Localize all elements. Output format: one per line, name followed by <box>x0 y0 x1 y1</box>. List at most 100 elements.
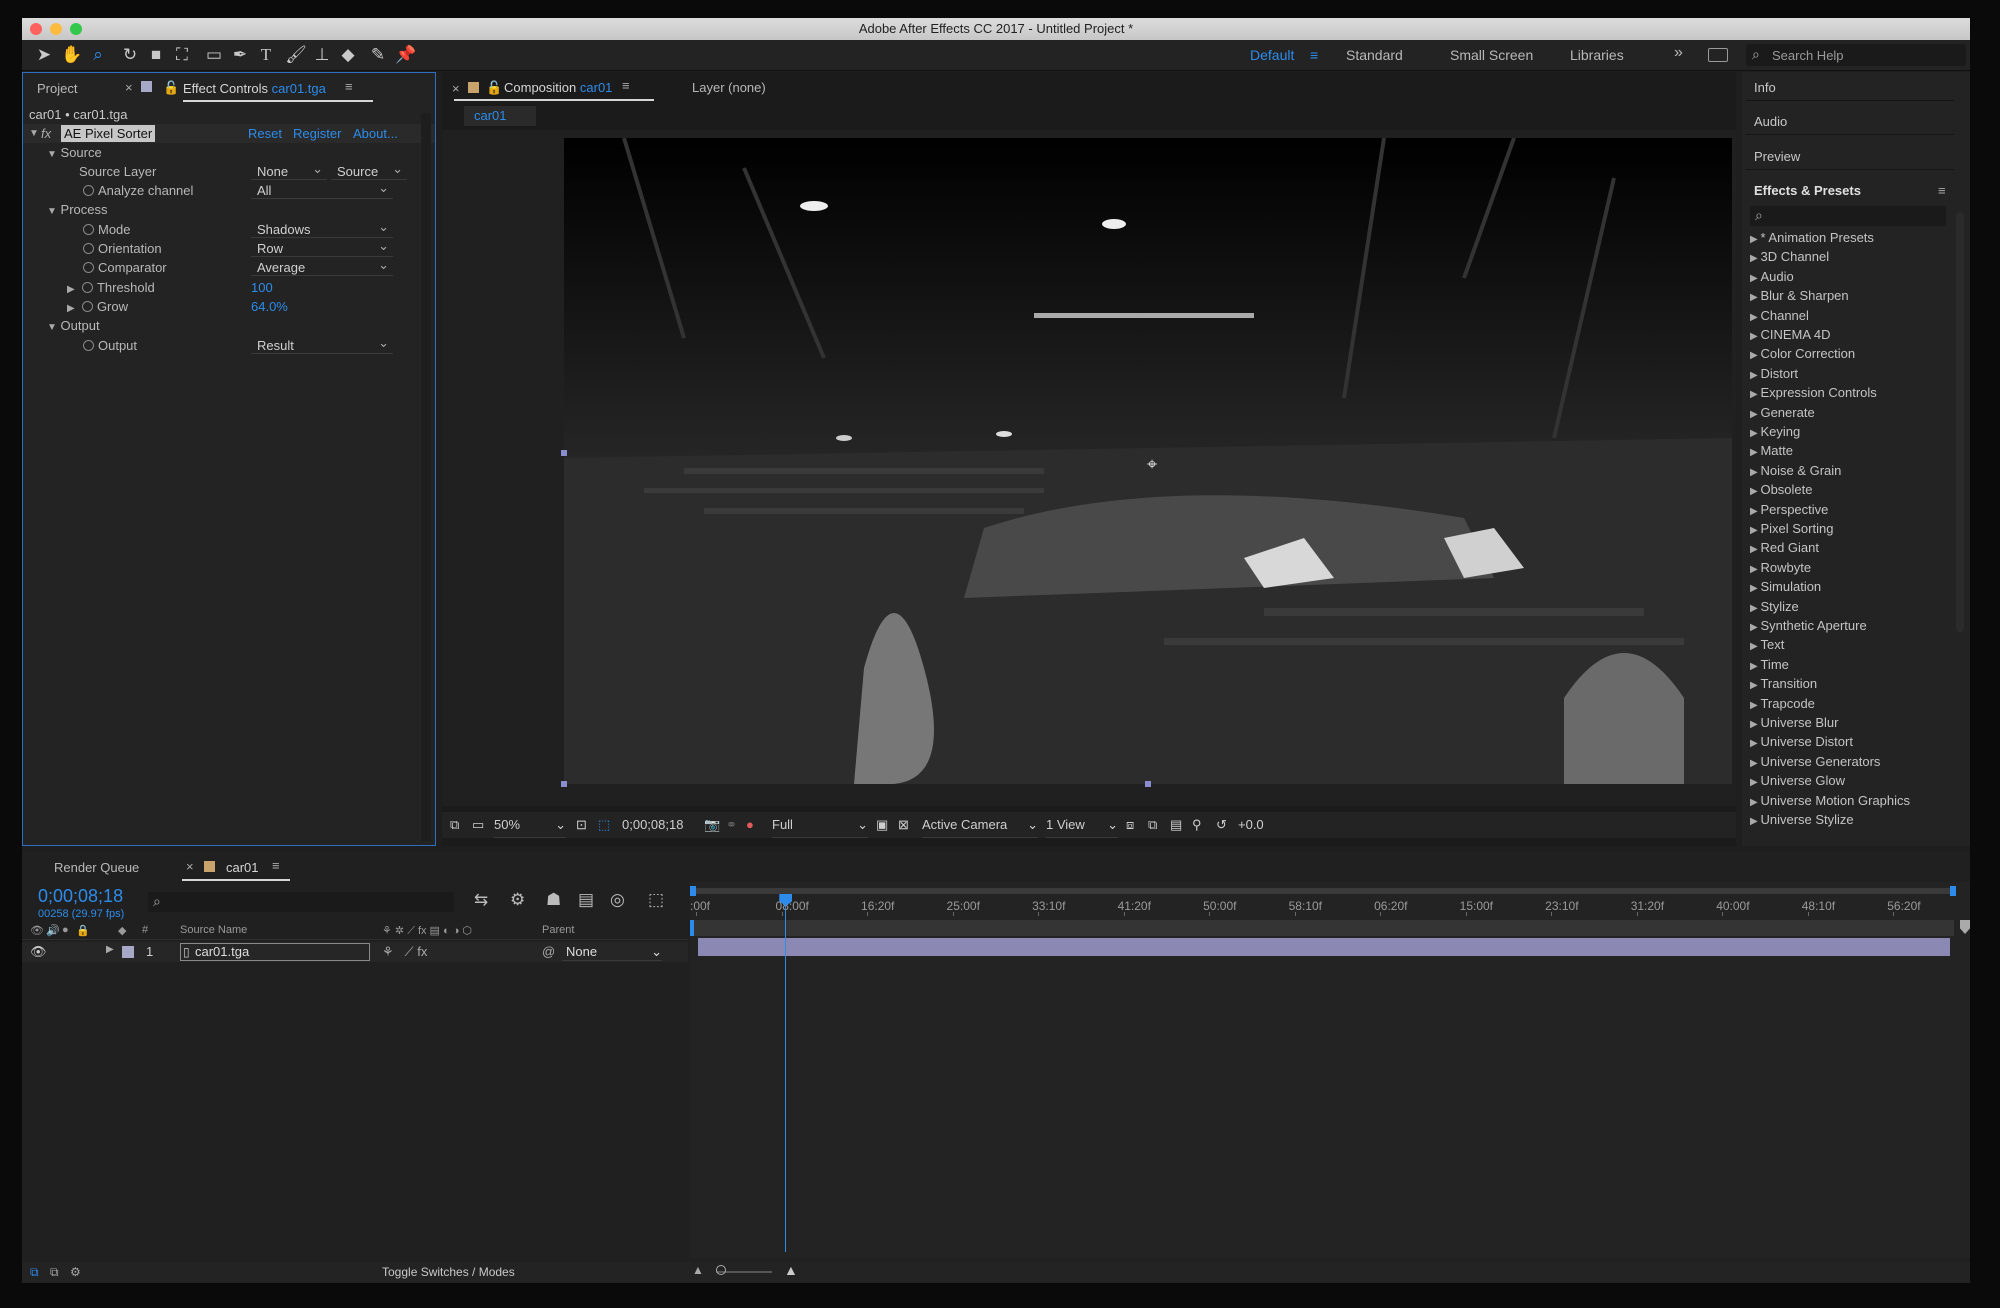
comparator-dropdown[interactable]: Average <box>251 256 393 276</box>
fast-previews-icon[interactable]: ⧉ <box>1148 812 1157 838</box>
stopwatch-icon[interactable] <box>83 185 94 196</box>
effects-category-item[interactable]: ▶ Channel <box>1750 308 1809 323</box>
effects-category-item[interactable]: ▶ Transition <box>1750 676 1817 691</box>
tab-composition[interactable]: Composition car01 <box>504 80 612 95</box>
layer-name-field[interactable]: ▯ car01.tga <box>180 943 370 961</box>
expand-triangle-icon[interactable]: ▶ <box>106 944 114 955</box>
orientation-dropdown[interactable]: Row <box>251 237 393 257</box>
panel-menu-icon[interactable]: ≡ <box>272 858 280 873</box>
snapshot-icon[interactable]: 📷 <box>704 812 720 838</box>
work-area-end-handle[interactable] <box>1950 886 1956 896</box>
lock-switch-icon[interactable]: 🔒 <box>76 924 90 937</box>
register-link[interactable]: Register <box>293 124 341 143</box>
effects-category-item[interactable]: ▶ Time <box>1750 657 1789 672</box>
panel-scrollbar[interactable] <box>421 113 431 841</box>
layer-handle-bottom[interactable] <box>1145 781 1151 787</box>
analyze-channel-dropdown[interactable]: All <box>251 179 393 199</box>
effects-category-item[interactable]: ▶ Noise & Grain <box>1750 463 1841 478</box>
layer-handle-bottom-left[interactable] <box>561 781 567 787</box>
effects-category-item[interactable]: ▶ Audio <box>1750 269 1794 284</box>
magnification-dropdown[interactable]: 50% ⌄ <box>494 812 566 838</box>
effects-category-item[interactable]: ▶ CINEMA 4D <box>1750 327 1831 342</box>
rotate-tool-icon[interactable]: ↻ <box>118 44 142 66</box>
zoom-out-icon[interactable]: ▲ <box>692 1263 704 1277</box>
puppet-pin-tool-icon[interactable]: 📌 <box>394 44 418 66</box>
pen-tool-icon[interactable]: ✒ <box>228 44 252 66</box>
stopwatch-icon[interactable] <box>83 262 94 273</box>
composition-mini-flowchart-icon[interactable]: ⇆ <box>474 890 488 910</box>
zoom-slider-thumb[interactable] <box>716 1265 726 1275</box>
pan-behind-tool-icon[interactable]: ⛶ <box>170 44 194 66</box>
show-snapshot-icon[interactable]: ⚭ <box>726 812 737 838</box>
mode-dropdown[interactable]: Shadows <box>251 218 393 238</box>
layer-row[interactable]: 👁 ▶ 1 ▯ car01.tga ⚘ ⟋ fx @ None ⌄ <box>22 942 688 962</box>
effects-category-item[interactable]: ▶ Text <box>1750 637 1784 652</box>
comp-navigator-button[interactable]: car01 <box>464 106 536 126</box>
layer-switches-pane-icon[interactable]: ⧉ <box>30 1265 39 1280</box>
current-time[interactable]: 0;00;08;18 <box>622 812 683 838</box>
resolution-dropdown[interactable]: Full ⌄ <box>772 812 868 838</box>
eraser-tool-icon[interactable]: ◆ <box>336 44 360 66</box>
grow-value[interactable]: 64.0% <box>251 297 288 316</box>
reset-link[interactable]: Reset <box>248 124 282 143</box>
threshold-value[interactable]: 100 <box>251 278 273 297</box>
layer-handle-left[interactable] <box>561 450 567 456</box>
work-area-start-handle[interactable] <box>690 886 696 896</box>
viewer-canvas[interactable]: ⌖ <box>442 130 1736 806</box>
effects-category-item[interactable]: ▶ Blur & Sharpen <box>1750 288 1849 303</box>
fit-icon[interactable]: ⊡ <box>576 812 587 838</box>
effects-category-item[interactable]: ▶ Keying <box>1750 424 1800 439</box>
motion-blur-icon[interactable]: ◎ <box>610 890 625 910</box>
type-tool-icon[interactable]: T <box>254 44 278 66</box>
modes-pane-icon[interactable]: ⧉ <box>50 1265 59 1280</box>
color-channels-icon[interactable]: ● <box>746 812 754 838</box>
effects-category-item[interactable]: ▶ Stylize <box>1750 599 1799 614</box>
effects-category-item[interactable]: ▶ Perspective <box>1750 502 1828 517</box>
effects-category-item[interactable]: ▶ Universe Generators <box>1750 754 1880 769</box>
stopwatch-icon[interactable] <box>81 282 93 293</box>
info-panel-tab[interactable]: Info <box>1754 78 1776 97</box>
effects-scrollbar[interactable] <box>1956 212 1964 632</box>
tab-render-queue[interactable]: Render Queue <box>54 860 139 875</box>
layer-visibility-icon[interactable]: 👁 <box>30 944 47 960</box>
stopwatch-icon[interactable] <box>81 301 93 312</box>
workspace-libraries[interactable]: Libraries <box>1570 47 1624 63</box>
audio-panel-tab[interactable]: Audio <box>1754 112 1787 131</box>
comp-frame-image[interactable]: ⌖ <box>564 138 1732 784</box>
region-of-interest-icon[interactable]: ▣ <box>876 812 888 838</box>
layer-label-color[interactable] <box>122 946 134 958</box>
timeline-search-field[interactable]: ⌕ <box>148 892 454 912</box>
effects-category-item[interactable]: ▶ Pixel Sorting <box>1750 521 1833 536</box>
close-tab-icon[interactable]: × <box>186 859 194 874</box>
solo-switch-icon[interactable]: ● <box>62 924 69 936</box>
hand-tool-icon[interactable]: ✋ <box>60 44 84 66</box>
workspace-default[interactable]: Default <box>1250 47 1294 63</box>
effects-category-item[interactable]: ▶ Synthetic Aperture <box>1750 618 1867 633</box>
always-preview-icon[interactable]: ⧉ <box>450 812 459 838</box>
effects-category-item[interactable]: ▶ Matte <box>1750 443 1793 458</box>
rectangle-tool-icon[interactable]: ▭ <box>202 44 226 66</box>
zoom-tool-icon[interactable]: ⌕ <box>86 44 110 66</box>
effects-category-item[interactable]: ▶ Universe Blur <box>1750 715 1839 730</box>
search-help-field[interactable]: ⌕ Search Help <box>1746 44 1966 66</box>
mask-visibility-icon[interactable]: ⬚ <box>598 812 610 838</box>
roto-brush-tool-icon[interactable]: ✎ <box>366 44 390 66</box>
parent-dropdown[interactable]: None ⌄ <box>562 943 662 961</box>
effects-search-field[interactable]: ⌕ <box>1750 206 1946 226</box>
exposure-value[interactable]: +0.0 <box>1238 812 1264 838</box>
clone-stamp-tool-icon[interactable]: ⊥ <box>310 44 334 66</box>
effects-category-item[interactable]: ▶ Expression Controls <box>1750 385 1877 400</box>
effects-category-item[interactable]: ▶ Rowbyte <box>1750 560 1811 575</box>
zoom-window-button[interactable] <box>70 23 82 35</box>
group-process[interactable]: ▼ Process <box>47 200 108 219</box>
camera-tool-icon[interactable]: ■ <box>144 44 168 66</box>
stopwatch-icon[interactable] <box>83 243 94 254</box>
panel-menu-icon[interactable]: ≡ <box>1938 181 1946 200</box>
source-layer-dropdown[interactable]: None <box>251 160 327 180</box>
timeline-graph-area[interactable]: :00f 08:00f 16:20f 25:00f 33:10f 41:20f 50:00f… <box>690 882 1970 1258</box>
audio-switch-icon[interactable]: 🔊 <box>46 924 60 937</box>
sync-settings-icon[interactable] <box>1708 48 1728 62</box>
selection-tool-icon[interactable]: ➤ <box>32 44 56 66</box>
workspace-small-screen[interactable]: Small Screen <box>1450 47 1533 63</box>
switches-column-icons[interactable]: ⚘ ✲ ⟋ fx ▤ ◐ ◑ ⬡ <box>382 924 472 938</box>
